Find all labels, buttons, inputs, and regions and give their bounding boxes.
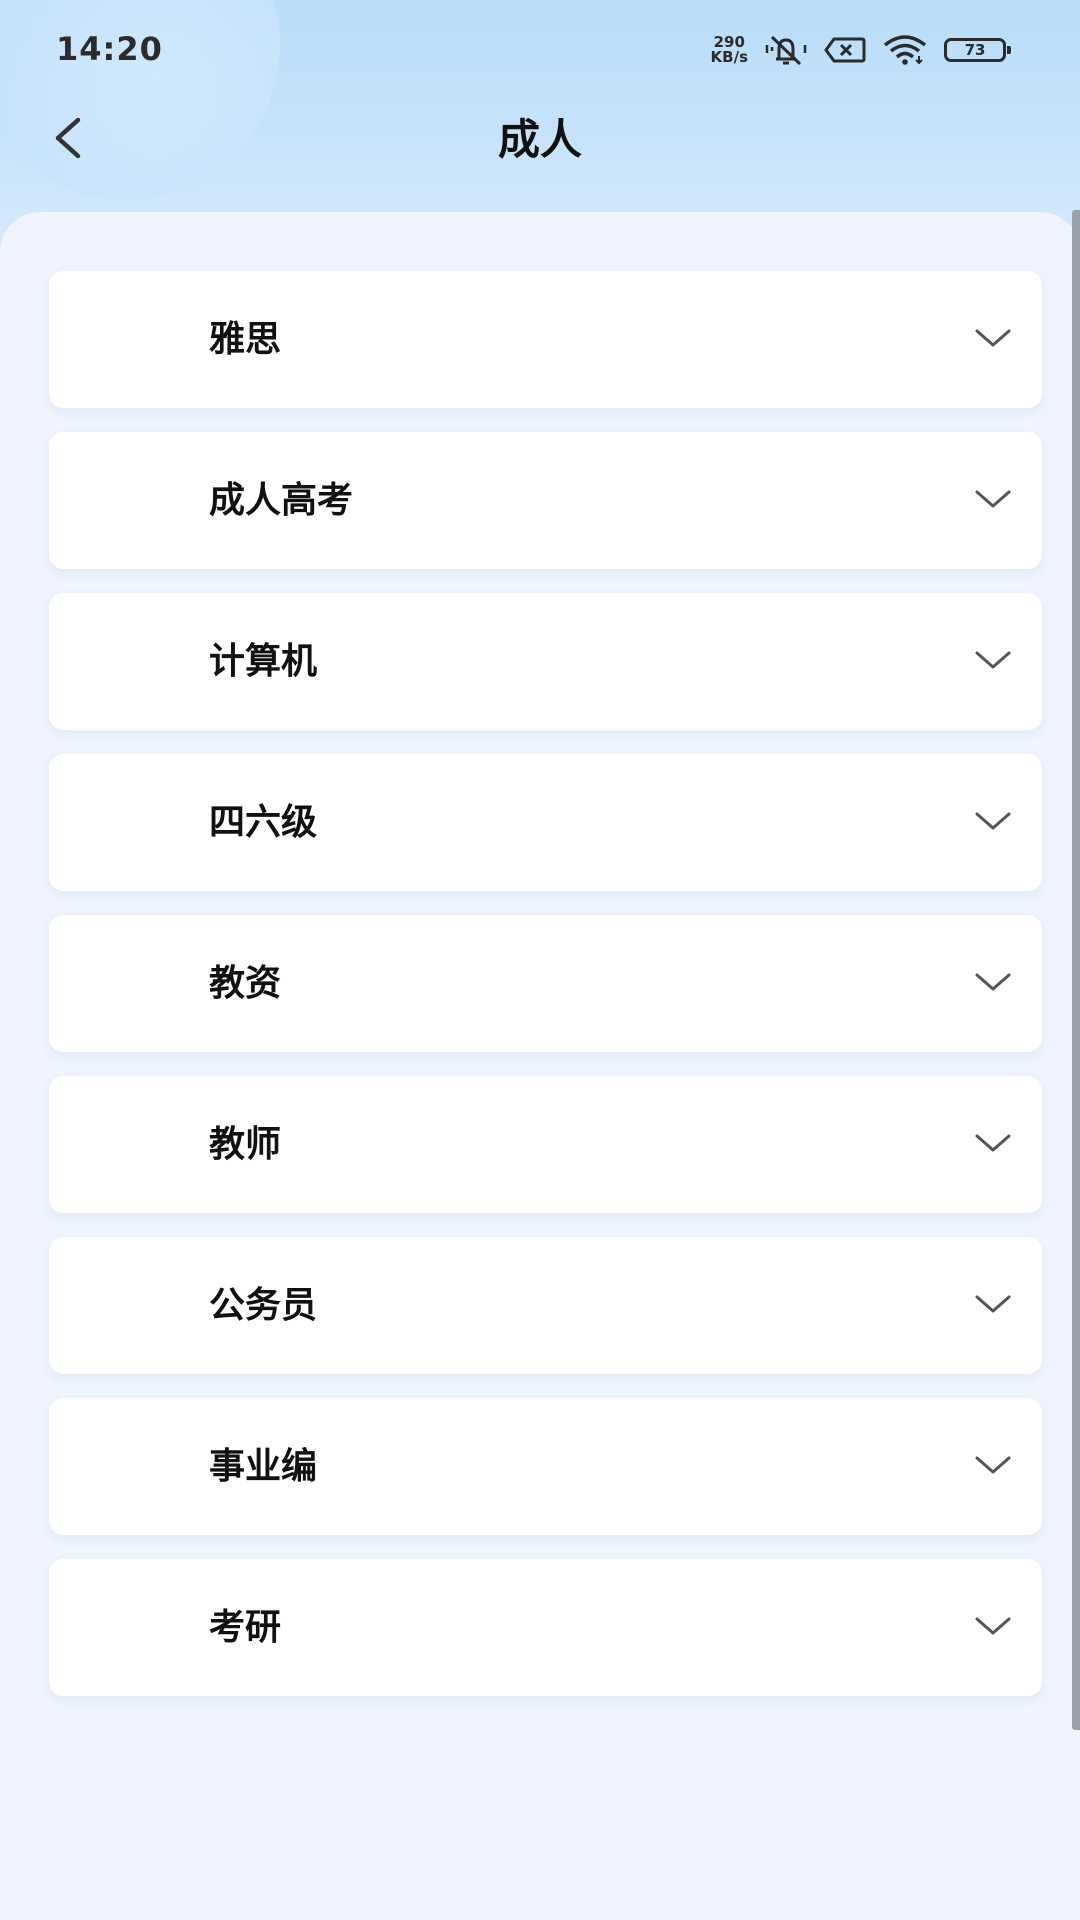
network-speed: 290 KB/s: [711, 35, 748, 65]
category-label: 事业编: [209, 1446, 318, 1487]
status-icons: 290 KB/s 73: [711, 32, 1012, 68]
category-label: 教资: [209, 963, 282, 1004]
category-label: 公务员: [209, 1285, 318, 1326]
mute-icon: [764, 33, 808, 67]
category-label: 教师: [209, 1124, 282, 1165]
chevron-down-icon[interactable]: [974, 325, 1012, 353]
chevron-down-icon[interactable]: [974, 808, 1012, 836]
category-item[interactable]: 考研: [49, 1559, 1042, 1696]
category-item[interactable]: 公务员: [49, 1237, 1042, 1374]
chevron-down-icon[interactable]: [974, 647, 1012, 675]
chevron-down-icon[interactable]: [974, 969, 1012, 997]
app-header: 成人: [0, 100, 1080, 180]
chevron-down-icon[interactable]: [974, 1130, 1012, 1158]
scrollbar[interactable]: [1072, 210, 1080, 1730]
category-label: 成人高考: [209, 480, 354, 521]
category-label: 计算机: [209, 641, 318, 682]
category-item[interactable]: 教师: [49, 1076, 1042, 1213]
chevron-down-icon[interactable]: [974, 1452, 1012, 1480]
page-title: 成人: [497, 115, 582, 164]
sim-disabled-icon: [824, 36, 866, 64]
category-item[interactable]: 计算机: [49, 593, 1042, 730]
status-time: 14:20: [56, 30, 163, 68]
chevron-down-icon[interactable]: [974, 1291, 1012, 1319]
category-label: 四六级: [209, 802, 318, 843]
content-panel: 雅思 成人高考 计算机 四六级 教资 教师 公务员 事业编 考研: [0, 212, 1080, 1920]
wifi-icon: [882, 35, 928, 65]
category-item[interactable]: 成人高考: [49, 432, 1042, 569]
network-speed-unit: KB/s: [710, 48, 748, 66]
category-label: 考研: [209, 1607, 282, 1648]
category-item[interactable]: 事业编: [49, 1398, 1042, 1535]
battery-icon: 73: [944, 38, 1011, 62]
category-item[interactable]: 教资: [49, 915, 1042, 1052]
chevron-down-icon[interactable]: [974, 486, 1012, 514]
category-item[interactable]: 雅思: [49, 271, 1042, 408]
category-list: 雅思 成人高考 计算机 四六级 教资 教师 公务员 事业编 考研: [49, 271, 1042, 1720]
category-item[interactable]: 四六级: [49, 754, 1042, 891]
battery-level: 73: [964, 41, 986, 59]
status-bar: 14:20 290 KB/s 73: [0, 0, 1080, 100]
category-label: 雅思: [209, 319, 282, 360]
chevron-down-icon[interactable]: [974, 1613, 1012, 1641]
